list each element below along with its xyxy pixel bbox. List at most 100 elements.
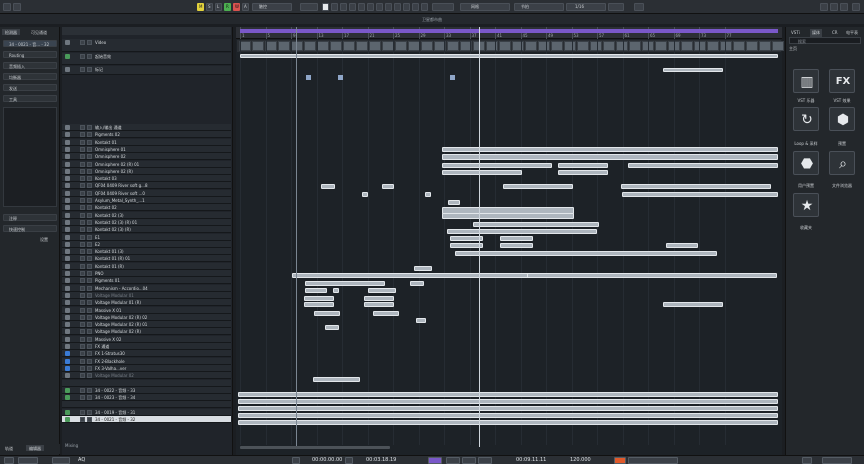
event-clip[interactable] <box>628 163 778 168</box>
track-row[interactable]: Asylum_Metal_Synth_...1 <box>62 197 231 204</box>
event-clip[interactable] <box>238 413 778 418</box>
mute-button[interactable] <box>80 263 85 269</box>
presets-tile[interactable]: ⬢ <box>829 107 855 131</box>
lower-zone-toggle[interactable] <box>830 3 838 11</box>
record-button[interactable] <box>478 457 492 464</box>
track-row[interactable]: 标记 <box>62 66 231 75</box>
listen-toggle[interactable]: L <box>215 3 222 11</box>
automation-mode-select[interactable]: 触控 <box>252 3 292 11</box>
event-clip[interactable] <box>304 302 334 307</box>
mute-button[interactable] <box>80 154 85 160</box>
project-window-event-display[interactable] <box>236 27 782 455</box>
event-clip[interactable] <box>473 222 599 227</box>
track-row[interactable]: Omnisphere 01 <box>62 145 231 153</box>
mode-select[interactable] <box>18 457 38 464</box>
inspector-track-name[interactable]: 34 - 0021 - 音... - 32 <box>3 40 57 47</box>
solo-button[interactable] <box>87 67 92 72</box>
cycle-range[interactable] <box>240 29 778 33</box>
track-row[interactable]: Kontakt 02 <box>62 204 231 212</box>
event-clip[interactable] <box>448 200 460 205</box>
event-clip[interactable] <box>500 243 533 248</box>
event-clip[interactable] <box>527 273 777 278</box>
solo-button[interactable] <box>87 168 92 174</box>
track-row[interactable]: Voltage Modular 02 (R) 01 <box>62 321 231 329</box>
track-row[interactable]: 34 - 0021 - 音频 - 32 <box>62 416 231 423</box>
track-row[interactable]: QF04 0409 River soft ...0 <box>62 189 231 197</box>
mute-button[interactable] <box>80 54 85 59</box>
mute-button[interactable] <box>80 271 85 276</box>
event-clip[interactable] <box>558 163 608 168</box>
event-clip[interactable] <box>503 184 573 189</box>
play-tool-icon[interactable] <box>394 3 401 11</box>
cycle-button[interactable] <box>428 457 442 464</box>
event-clip[interactable] <box>455 251 717 256</box>
track-row[interactable]: 34 - 0022 - 音频 - 33 <box>62 386 231 394</box>
mute-button[interactable] <box>80 409 85 415</box>
settings-icon[interactable] <box>852 3 860 11</box>
solo-button[interactable] <box>87 322 92 328</box>
solo-button[interactable] <box>87 219 92 225</box>
window-layout-icon[interactable] <box>634 3 644 11</box>
solo-button[interactable] <box>87 176 92 182</box>
mute-button[interactable] <box>80 351 85 357</box>
tab-editor[interactable]: 编辑器 <box>26 445 44 451</box>
event-clip[interactable] <box>313 377 360 382</box>
metronome-icon[interactable] <box>802 457 812 464</box>
event-clip[interactable] <box>442 163 552 168</box>
track-row[interactable]: Kontakt 01 (R) 01 <box>62 255 231 263</box>
track-row[interactable]: FX 1-Stratus30 <box>62 350 231 358</box>
event-clip[interactable] <box>442 154 778 160</box>
track-row[interactable]: Massive X 01 <box>62 306 231 314</box>
left-locator-display[interactable]: 00:00.00.00 <box>312 457 342 463</box>
horizontal-scrollbar[interactable] <box>240 446 390 449</box>
solo-button[interactable] <box>87 139 92 145</box>
solo-button[interactable] <box>87 154 92 160</box>
track-row[interactable]: Kontakt 02 (3) (R) <box>62 226 231 234</box>
event-clip[interactable] <box>416 318 426 323</box>
mute-button[interactable] <box>80 176 85 182</box>
track-row[interactable]: Voltage Modular 02 (R) 02 <box>62 313 231 321</box>
solo-button[interactable] <box>87 417 92 422</box>
event-clip[interactable] <box>410 281 424 286</box>
speaker-icon[interactable] <box>403 3 410 11</box>
track-row[interactable]: 起始音效 <box>62 53 231 65</box>
event-clip[interactable] <box>305 288 327 293</box>
marker-flag[interactable] <box>306 75 311 80</box>
event-clip[interactable] <box>382 184 394 189</box>
inspector-section-notes[interactable]: 注释 <box>3 214 57 221</box>
event-clip[interactable] <box>447 229 597 234</box>
solo-button[interactable] <box>87 351 92 357</box>
track-row[interactable]: Omnisphere 02 <box>62 153 231 161</box>
solo-button[interactable] <box>87 190 92 196</box>
solo-button[interactable] <box>87 161 92 167</box>
stop-button[interactable] <box>446 457 460 464</box>
track-row[interactable]: 34 - 0023 - 音频 - 34 <box>62 394 231 402</box>
track-row[interactable]: Kontakt 03 <box>62 175 231 183</box>
solo-button[interactable] <box>87 54 92 59</box>
pointer-tool-icon[interactable] <box>322 3 329 11</box>
mute-button[interactable] <box>80 278 85 284</box>
range-tool-icon[interactable] <box>331 3 338 11</box>
mute-button[interactable] <box>80 241 85 247</box>
vst-effects-tile[interactable]: FX <box>829 69 855 93</box>
solo-button[interactable] <box>87 212 92 218</box>
track-row[interactable]: Massive X 02 <box>62 335 231 343</box>
mute-button[interactable] <box>80 373 85 379</box>
solo-button[interactable] <box>87 249 92 255</box>
event-clip[interactable] <box>333 288 339 293</box>
zoom-tool-icon[interactable] <box>367 3 374 11</box>
event-clip[interactable] <box>425 192 431 197</box>
marker-display[interactable]: AQ <box>78 457 85 463</box>
event-clip[interactable] <box>321 184 335 189</box>
track-row[interactable]: Voltage Modular 02 <box>62 372 231 380</box>
solo-button[interactable] <box>87 373 92 379</box>
mute-button[interactable] <box>80 417 85 422</box>
quantize-options-button[interactable] <box>608 3 624 11</box>
mute-button[interactable] <box>80 285 85 291</box>
mute-button[interactable] <box>80 212 85 218</box>
event-clip[interactable] <box>314 311 340 316</box>
mute-button[interactable] <box>80 161 85 167</box>
mute-button[interactable] <box>80 67 85 72</box>
track-row[interactable]: Mechanism - Accordio...04 <box>62 284 231 292</box>
track-row[interactable]: Video <box>62 39 231 52</box>
